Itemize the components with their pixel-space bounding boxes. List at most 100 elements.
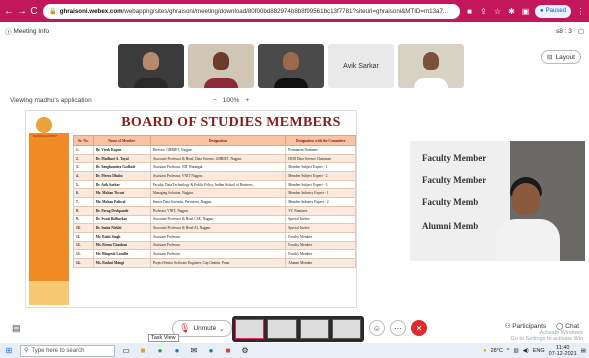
table-cell: 9. xyxy=(73,214,94,225)
window-thumbnail[interactable] xyxy=(331,319,361,339)
table-row: 11. Mr. Rohit Singh Assistant Professor Fac… xyxy=(73,231,356,242)
column-header: Designation xyxy=(149,135,287,146)
weather-icon[interactable]: ● xyxy=(483,348,486,354)
taskbar-search[interactable]: ⚲ Type here to search xyxy=(20,344,115,357)
participant-tile[interactable] xyxy=(188,44,254,88)
table-cell: Ms. Roshni Mangi xyxy=(92,257,151,268)
system-tray: ● 28°C ^ ▥ ◀) ENG 11:40 07-12-2021 ▤ xyxy=(483,345,586,357)
window-thumbnail[interactable] xyxy=(299,319,329,339)
minimize-icon[interactable]: ▢ xyxy=(578,27,584,35)
table-cell: VC Nominee xyxy=(285,205,356,216)
participant-tile[interactable] xyxy=(118,44,184,88)
paused-profile-button[interactable]: ● Paused xyxy=(535,4,571,18)
zoom-out-button[interactable]: − xyxy=(213,97,217,104)
chrome-icon[interactable]: ● xyxy=(154,346,166,356)
table-cell: Alumni Member xyxy=(285,257,356,268)
participant-body xyxy=(204,78,238,88)
table-cell: Mr. Mohan Tiwari xyxy=(92,188,151,199)
unmute-button[interactable]: 🎙 Unmute ⌄ xyxy=(172,320,232,337)
table-cell: Director, GHRIET, Nagpur. xyxy=(149,145,287,155)
address-bar[interactable]: 🔒 ghraisoni.webex.com /webappng/sites/gh… xyxy=(43,3,461,19)
star-icon[interactable]: ☆ xyxy=(493,7,502,16)
mail-icon[interactable]: ✉ xyxy=(188,346,200,356)
powerpoint-icon[interactable]: ■ xyxy=(222,346,234,356)
table-cell: 2. xyxy=(73,153,94,164)
table-cell: Faculty Member xyxy=(285,231,356,242)
table-cell: 3. xyxy=(73,162,94,173)
table-cell: Member Industry Expert - 1 xyxy=(285,188,356,199)
meeting-header: ⓘ Meeting Info s8 : 3 ▢ xyxy=(0,24,589,38)
leave-meeting-button[interactable]: ✕ xyxy=(411,320,427,336)
network-icon[interactable]: ▥ xyxy=(513,348,518,354)
logo-text: RAISONI GROUP xyxy=(32,134,58,138)
window-thumbnail[interactable] xyxy=(267,319,297,339)
table-cell: 12. xyxy=(73,240,94,251)
members-table: Sr. No. Name of Member Designation Designat… xyxy=(73,135,356,268)
menu-icon[interactable]: ⋮ xyxy=(576,7,585,16)
participants-button[interactable]: ⚇ Participants xyxy=(505,322,547,330)
task-view-icon[interactable]: ▭ xyxy=(120,346,132,356)
edge-icon[interactable]: ● xyxy=(171,346,183,356)
table-cell: Member Subject Expert - 3 xyxy=(285,179,356,190)
table-cell: Member Subject Expert - 1 xyxy=(285,162,356,173)
browser-toolbar: ← → C 🔒 ghraisoni.webex.com /webappng/si… xyxy=(0,0,589,22)
chevron-up-icon[interactable]: ^ xyxy=(507,348,510,354)
layout-label: Layout xyxy=(555,53,575,61)
clock[interactable]: 11:40 07-12-2021 xyxy=(549,345,577,357)
board-line: Faculty Memb xyxy=(422,197,479,207)
participant-tile[interactable] xyxy=(258,44,324,88)
window-thumbnail[interactable] xyxy=(235,319,265,339)
participant-tile[interactable] xyxy=(398,44,464,88)
side-panel-controls: ⚇ Participants ◯ Chat xyxy=(505,322,579,330)
language[interactable]: ENG xyxy=(533,348,545,354)
reactions-button[interactable]: ☺ xyxy=(369,320,385,336)
table-cell: 1. xyxy=(73,145,94,155)
table-cell: Mr. Mohan Paliwal xyxy=(92,197,151,207)
volume-icon[interactable]: ◀) xyxy=(523,348,529,354)
table-cell: Assistant Professor, VNIT Nagpur. xyxy=(149,171,287,181)
windows-start-icon[interactable]: ⊞ xyxy=(3,346,15,356)
lock-icon: 🔒 xyxy=(49,8,57,15)
table-cell: Dr. Meera Dhabu xyxy=(92,171,151,181)
table-cell: Managing Solution, Nagpur. xyxy=(149,188,287,199)
tab-search-icon[interactable]: ▣ xyxy=(521,7,530,16)
table-cell: Faculty, Data Technology & Public Policy… xyxy=(149,179,287,190)
board-line: Faculty Member xyxy=(422,153,487,163)
table-cell: Dr. Avik Sarkar xyxy=(92,179,151,190)
cast-icon[interactable]: ■ xyxy=(465,7,474,16)
webex-icon[interactable]: ● xyxy=(205,346,217,356)
table-row: 5. Dr. Avik Sarkar Faculty, Data Technolog… xyxy=(73,179,356,190)
table-row: 1. Dr. Vivek Kapur Director, GHRIET, Nagpu… xyxy=(73,145,356,155)
paused-label: Paused xyxy=(545,8,566,14)
slide-title: BOARD OF STUDIES MEMBERS xyxy=(121,115,341,130)
search-icon: ⚲ xyxy=(24,348,29,354)
chat-button[interactable]: ◯ Chat xyxy=(556,322,579,330)
participant-tile-avik[interactable]: Avik Sarkar xyxy=(328,44,394,88)
participant-head xyxy=(423,52,439,70)
task-switcher xyxy=(232,316,364,342)
settings-icon[interactable]: ⚙ xyxy=(239,346,251,356)
extensions-icon[interactable]: ✱ xyxy=(507,7,516,16)
table-cell: Dr. Sanghamitra Godbole xyxy=(92,162,151,173)
table-cell: Dr. Swati Ridhorkar xyxy=(92,214,151,225)
zoom-in-button[interactable]: + xyxy=(245,97,249,104)
raisoni-logo xyxy=(36,117,52,133)
layout-button[interactable]: ⊟ Layout xyxy=(541,50,581,64)
share-icon[interactable]: ⇪ xyxy=(479,7,488,16)
viewing-label: Viewing madhu's application xyxy=(10,97,92,104)
reload-icon[interactable]: C xyxy=(30,6,38,17)
participant-strip: Avik Sarkar xyxy=(118,44,464,88)
table-row: 9. Dr. Swati Ridhorkar Associate Professor… xyxy=(73,214,356,225)
back-icon[interactable]: ← xyxy=(4,6,14,17)
forward-icon[interactable]: → xyxy=(17,6,27,17)
notification-icon[interactable]: ▤ xyxy=(581,348,586,354)
table-cell: 8. xyxy=(73,205,94,216)
table-cell: Assistant Professor xyxy=(149,249,287,259)
more-options-button[interactable]: ⋯ xyxy=(390,320,406,336)
table-cell: 7. xyxy=(73,197,94,207)
captions-icon[interactable]: ▤ xyxy=(12,323,21,334)
table-row: 14. Ms. Roshni Mangi Project/Senior Softwa… xyxy=(73,257,356,268)
meeting-info-button[interactable]: Meeting Info xyxy=(13,28,49,35)
file-explorer-icon[interactable]: ■ xyxy=(137,346,149,356)
zoom-level: 100% xyxy=(222,97,240,104)
